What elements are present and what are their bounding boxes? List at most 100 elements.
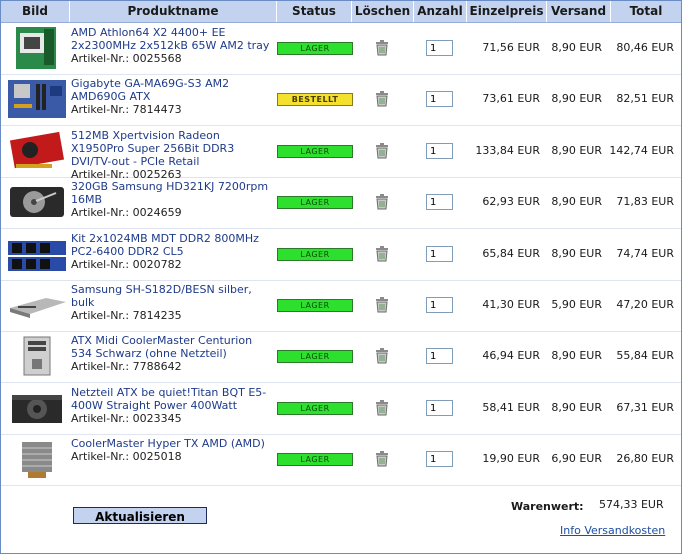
- product-name-link[interactable]: Kit 2x1024MB MDT DDR2 800MHz PC2-6400 DD…: [71, 232, 276, 258]
- status-badge: LAGER: [277, 248, 353, 261]
- product-name-link[interactable]: ATX Midi CoolerMaster Centurion 534 Schw…: [71, 334, 276, 360]
- unit-price: 19,90 EUR: [482, 452, 540, 465]
- article-number: Artikel-Nr.: 0024659: [71, 206, 182, 219]
- trash-icon[interactable]: [374, 296, 390, 313]
- shipping-price: 5,90 EUR: [551, 298, 602, 311]
- row-total: 74,74 EUR: [616, 247, 674, 260]
- shipping-price: 8,90 EUR: [551, 195, 602, 208]
- header-bild: Bild: [1, 1, 70, 22]
- trash-icon[interactable]: [374, 90, 390, 107]
- row-total: 47,20 EUR: [616, 298, 674, 311]
- power-supply-icon[interactable]: [6, 387, 68, 429]
- trash-icon[interactable]: [374, 193, 390, 210]
- product-name-link[interactable]: 512MB Xpertvision Radeon X1950Pro Super …: [71, 129, 276, 168]
- header-einzelpreis: Einzelpreis: [467, 1, 547, 22]
- cart-row: CoolerMaster Hyper TX AMD (AMD) Artikel-N…: [1, 434, 681, 486]
- status-badge: LAGER: [277, 145, 353, 158]
- shipping-price: 8,90 EUR: [551, 401, 602, 414]
- quantity-input[interactable]: [426, 91, 453, 107]
- cart-row: 320GB Samsung HD321KJ 7200rpm 16MB Artike…: [1, 177, 681, 229]
- row-total: 80,46 EUR: [616, 41, 674, 54]
- pc-case-icon[interactable]: [6, 335, 68, 377]
- cpu-cooler-icon[interactable]: [6, 438, 68, 480]
- header-loeschen: Löschen: [352, 1, 414, 22]
- cart-row: Samsung SH-S182D/BESN silber, bulk Artike…: [1, 280, 681, 332]
- product-info: Netzteil ATX be quiet!Titan BQT E5-400W …: [71, 386, 276, 425]
- product-info: Kit 2x1024MB MDT DDR2 800MHz PC2-6400 DD…: [71, 232, 276, 271]
- cart-row: Netzteil ATX be quiet!Titan BQT E5-400W …: [1, 383, 681, 435]
- motherboard-icon[interactable]: [6, 78, 68, 120]
- product-name-link[interactable]: Gigabyte GA-MA69G-S3 AM2 AMD690G ATX: [71, 77, 276, 103]
- quantity-input[interactable]: [426, 194, 453, 210]
- cart-row: Kit 2x1024MB MDT DDR2 800MHz PC2-6400 DD…: [1, 229, 681, 281]
- row-total: 55,84 EUR: [616, 349, 674, 362]
- cpu-box-icon[interactable]: [6, 27, 68, 69]
- trash-icon[interactable]: [374, 39, 390, 56]
- article-number: Artikel-Nr.: 7814473: [71, 103, 182, 116]
- product-name-link[interactable]: Samsung SH-S182D/BESN silber, bulk: [71, 283, 276, 309]
- product-info: AMD Athlon64 X2 4400+ EE 2x2300MHz 2x512…: [71, 26, 276, 65]
- shipping-price: 8,90 EUR: [551, 247, 602, 260]
- status-badge: LAGER: [277, 196, 353, 209]
- shipping-price: 8,90 EUR: [551, 349, 602, 362]
- article-number: Artikel-Nr.: 0025568: [71, 52, 182, 65]
- unit-price: 62,93 EUR: [482, 195, 540, 208]
- quantity-input[interactable]: [426, 40, 453, 56]
- header-anzahl: Anzahl: [414, 1, 467, 22]
- quantity-input[interactable]: [426, 348, 453, 364]
- unit-price: 133,84 EUR: [475, 144, 540, 157]
- trash-icon[interactable]: [374, 142, 390, 159]
- header-total: Total: [629, 4, 663, 18]
- shopping-cart-table: Bild Produktname Status Löschen Anzahl E…: [0, 0, 682, 554]
- quantity-input[interactable]: [426, 400, 453, 416]
- trash-icon[interactable]: [374, 347, 390, 364]
- product-name-link[interactable]: Netzteil ATX be quiet!Titan BQT E5-400W …: [71, 386, 276, 412]
- ram-kit-icon[interactable]: [6, 233, 68, 275]
- row-total: 67,31 EUR: [616, 401, 674, 414]
- trash-icon[interactable]: [374, 245, 390, 262]
- quantity-input[interactable]: [426, 246, 453, 262]
- warenwert-value: 574,33 EUR: [599, 498, 664, 511]
- unit-price: 73,61 EUR: [482, 92, 540, 105]
- cart-row: ATX Midi CoolerMaster Centurion 534 Schw…: [1, 331, 681, 383]
- product-info: Samsung SH-S182D/BESN silber, bulk Artike…: [71, 283, 276, 322]
- product-name-link[interactable]: 320GB Samsung HD321KJ 7200rpm 16MB: [71, 180, 276, 206]
- warenwert-label: Warenwert:: [511, 500, 584, 513]
- hard-drive-icon[interactable]: [6, 181, 68, 223]
- product-name-link[interactable]: CoolerMaster Hyper TX AMD (AMD): [71, 437, 276, 450]
- row-total: 71,83 EUR: [616, 195, 674, 208]
- status-badge: LAGER: [277, 42, 353, 55]
- article-number: Artikel-Nr.: 7814235: [71, 309, 182, 322]
- update-cart-button[interactable]: Aktualisieren: [73, 507, 207, 524]
- quantity-input[interactable]: [426, 451, 453, 467]
- unit-price: 46,94 EUR: [482, 349, 540, 362]
- optical-drive-icon[interactable]: [6, 284, 68, 326]
- unit-price: 58,41 EUR: [482, 401, 540, 414]
- unit-price: 41,30 EUR: [482, 298, 540, 311]
- product-info: 320GB Samsung HD321KJ 7200rpm 16MB Artike…: [71, 180, 276, 219]
- trash-icon[interactable]: [374, 450, 390, 467]
- quantity-input[interactable]: [426, 297, 453, 313]
- article-number: Artikel-Nr.: 7788642: [71, 360, 182, 373]
- trash-icon[interactable]: [374, 399, 390, 416]
- table-header: Bild Produktname Status Löschen Anzahl E…: [1, 1, 681, 23]
- cart-row: AMD Athlon64 X2 4400+ EE 2x2300MHz 2x512…: [1, 23, 681, 75]
- product-info: 512MB Xpertvision Radeon X1950Pro Super …: [71, 129, 276, 181]
- product-info: Gigabyte GA-MA69G-S3 AM2 AMD690G ATX Arti…: [71, 77, 276, 116]
- row-total: 26,80 EUR: [616, 452, 674, 465]
- row-total: 142,74 EUR: [609, 144, 674, 157]
- quantity-input[interactable]: [426, 143, 453, 159]
- shipping-price: 8,90 EUR: [551, 92, 602, 105]
- unit-price: 65,84 EUR: [482, 247, 540, 260]
- product-name-link[interactable]: AMD Athlon64 X2 4400+ EE 2x2300MHz 2x512…: [71, 26, 276, 52]
- graphics-card-icon[interactable]: [6, 130, 68, 172]
- cart-row: 512MB Xpertvision Radeon X1950Pro Super …: [1, 126, 681, 181]
- header-status: Status: [277, 1, 352, 22]
- cart-row: Gigabyte GA-MA69G-S3 AM2 AMD690G ATX Arti…: [1, 74, 681, 126]
- info-versandkosten-link[interactable]: Info Versandkosten: [560, 524, 665, 537]
- header-versand: Versand: [547, 1, 611, 22]
- article-number: Artikel-Nr.: 0023345: [71, 412, 182, 425]
- header-produktname: Produktname: [70, 1, 277, 22]
- shipping-price: 8,90 EUR: [551, 144, 602, 157]
- article-number: Artikel-Nr.: 0025018: [71, 450, 182, 463]
